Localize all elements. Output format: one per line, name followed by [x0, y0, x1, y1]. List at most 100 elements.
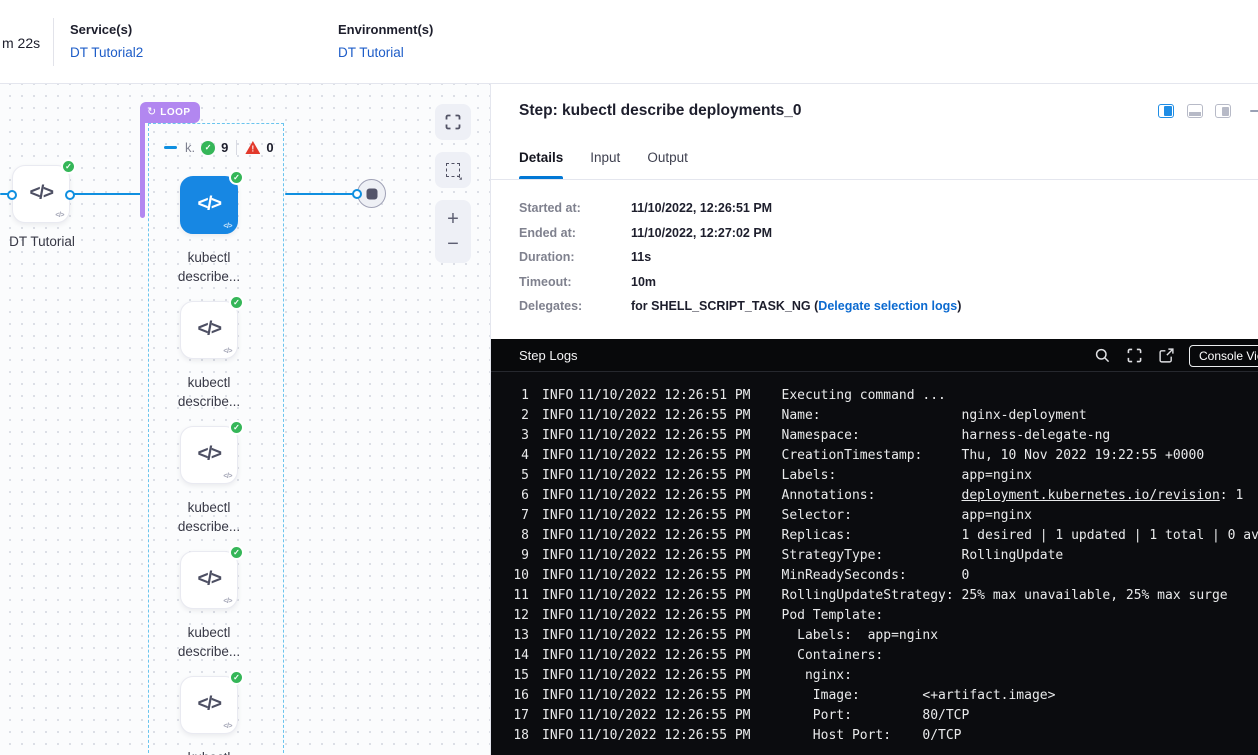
pipeline-step-node[interactable]: </> </> ✓ [180, 301, 238, 359]
success-check-icon: ✓ [229, 170, 244, 185]
log-line-number: 12 [503, 606, 529, 626]
log-message: Image: <+artifact.image> [782, 686, 1056, 706]
layout-right-split-icon[interactable] [1158, 104, 1174, 118]
log-line: 6 INFO 11/10/2022 12:26:55 PM Annotation… [491, 486, 1258, 506]
detail-row: Delegates: for SHELL_SCRIPT_TASK_NG (Del… [519, 299, 961, 313]
step-title: Step: kubectl describe deployments_0 [519, 102, 802, 120]
search-icon[interactable] [1095, 348, 1110, 363]
pipeline-step-node[interactable]: </> </> ✓ [180, 676, 238, 734]
minimize-panel-icon[interactable] [1250, 110, 1258, 113]
log-line-number: 5 [503, 466, 529, 486]
log-console[interactable]: 1 INFO 11/10/2022 12:26:51 PM Executing … [491, 372, 1258, 755]
pipeline-canvas[interactable]: </> </> ✓ DT Tutorial ↻ LOOP k. ✓ 9 0 </… [0, 84, 490, 755]
environment-label: Environment(s) [338, 22, 433, 37]
loop-header: k. ✓ 9 0 [164, 140, 274, 155]
layout-bottom-split-icon[interactable] [1187, 104, 1203, 118]
log-line: 7 INFO 11/10/2022 12:26:55 PM Selector: … [491, 506, 1258, 526]
canvas-select-button[interactable] [435, 152, 471, 188]
log-message: Labels: app=nginx [782, 466, 1032, 486]
service-group: Service(s) DT Tutorial2 [70, 22, 143, 62]
log-line: 9 INFO 11/10/2022 12:26:55 PM StrategyTy… [491, 546, 1258, 566]
log-timestamp: 11/10/2022 12:26:55 PM [578, 726, 750, 746]
log-annotation-link[interactable]: deployment.kubernetes.io/revision [962, 488, 1220, 503]
console-view-button[interactable]: Console View [1189, 345, 1258, 367]
pipeline-step-node[interactable]: </> </> ✓ [180, 426, 238, 484]
canvas-fullscreen-button[interactable] [435, 104, 471, 140]
pipeline-step-node[interactable]: </> </> ✓ [180, 176, 238, 234]
detail-value: 11/10/2022, 12:27:02 PM [631, 226, 772, 240]
service-label: Service(s) [70, 22, 143, 37]
collapse-icon[interactable] [164, 146, 177, 149]
code-icon: </> [30, 183, 53, 205]
log-timestamp: 11/10/2022 12:26:55 PM [578, 586, 750, 606]
log-line: 2 INFO 11/10/2022 12:26:55 PM Name: ngin… [491, 406, 1258, 426]
detail-label: Ended at: [519, 226, 631, 240]
code-mini-icon: </> [223, 473, 232, 480]
log-level: INFO [542, 386, 573, 406]
log-level: INFO [542, 506, 573, 526]
code-mini-icon: </> [223, 723, 232, 730]
tab-input[interactable]: Input [590, 150, 620, 179]
connector-line [285, 193, 359, 195]
open-in-new-icon[interactable] [1159, 348, 1174, 363]
loop-icon: ↻ [147, 107, 156, 118]
stop-icon [366, 188, 377, 199]
log-message: Namespace: harness-delegate-ng [782, 426, 1111, 446]
log-line-number: 11 [503, 586, 529, 606]
code-icon: </> [198, 194, 221, 216]
log-message: nginx: [782, 666, 852, 686]
log-message: Replicas: 1 desired | 1 updated | 1 tota… [782, 526, 1258, 546]
detail-value: 10m [631, 275, 656, 289]
log-line: 3 INFO 11/10/2022 12:26:55 PM Namespace:… [491, 426, 1258, 446]
log-timestamp: 11/10/2022 12:26:55 PM [578, 426, 750, 446]
log-timestamp: 11/10/2022 12:26:55 PM [578, 706, 750, 726]
tab-label: Details [519, 150, 563, 165]
pipeline-node-dt-tutorial[interactable]: </> </> ✓ [12, 165, 70, 223]
step-label: kubectldescribe... [144, 248, 274, 286]
log-message: StrategyType: RollingUpdate [782, 546, 1064, 566]
header-divider [53, 18, 54, 66]
log-message: Name: nginx-deployment [782, 406, 1087, 426]
detail-label: Delegates: [519, 299, 631, 313]
log-timestamp: 11/10/2022 12:26:55 PM [578, 566, 750, 586]
connector-dot [7, 190, 17, 200]
log-level: INFO [542, 666, 573, 686]
canvas-zoom-control[interactable]: + − [435, 200, 471, 263]
zoom-in-icon[interactable]: + [447, 209, 459, 229]
zoom-out-icon[interactable]: − [447, 234, 459, 254]
tab-details[interactable]: Details [519, 150, 563, 179]
log-level: INFO [542, 446, 573, 466]
log-message: Pod Template: [782, 606, 884, 626]
log-level: INFO [542, 406, 573, 426]
log-timestamp: 11/10/2022 12:26:55 PM [578, 646, 750, 666]
log-level: INFO [542, 626, 573, 646]
log-line-number: 17 [503, 706, 529, 726]
connector-dot [352, 189, 362, 199]
fullscreen-icon[interactable] [1127, 348, 1142, 363]
log-line-number: 18 [503, 726, 529, 746]
layout-right-panel-icon[interactable] [1215, 104, 1231, 118]
success-check-icon: ✓ [229, 670, 244, 685]
loop-badge[interactable]: ↻ LOOP [140, 102, 200, 123]
service-link[interactable]: DT Tutorial2 [70, 45, 143, 60]
environment-link[interactable]: DT Tutorial [338, 45, 404, 60]
code-mini-icon: </> [223, 598, 232, 605]
pipeline-step-node[interactable]: </> </> ✓ [180, 551, 238, 609]
log-level: INFO [542, 566, 573, 586]
delegate-selection-logs-link[interactable]: Delegate selection logs [818, 299, 957, 313]
log-line: 5 INFO 11/10/2022 12:26:55 PM Labels: ap… [491, 466, 1258, 486]
tab-output[interactable]: Output [647, 150, 688, 179]
success-count: 9 [221, 140, 228, 155]
log-line: 18 INFO 11/10/2022 12:26:55 PM Host Port… [491, 726, 1258, 746]
detail-row: Ended at: 11/10/2022, 12:27:02 PM [519, 226, 961, 240]
log-level: INFO [542, 706, 573, 726]
log-level: INFO [542, 426, 573, 446]
detail-label: Duration: [519, 250, 631, 264]
details-tabs: Details Input Output [491, 150, 1258, 180]
log-line-number: 9 [503, 546, 529, 566]
log-timestamp: 11/10/2022 12:26:51 PM [578, 386, 750, 406]
log-timestamp: 11/10/2022 12:26:55 PM [578, 406, 750, 426]
log-line-number: 6 [503, 486, 529, 506]
loop-badge-label: LOOP [160, 107, 190, 118]
log-line: 4 INFO 11/10/2022 12:26:55 PM CreationTi… [491, 446, 1258, 466]
